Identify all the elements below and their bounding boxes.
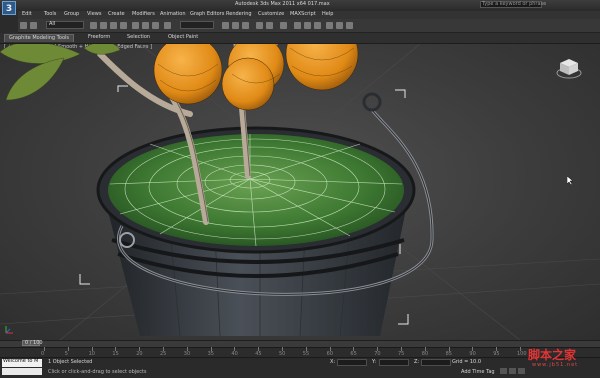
z-coord-label: Z: [414,359,420,365]
select-by-name-icon[interactable] [100,22,107,29]
menu-item-customize[interactable]: Customize [258,12,284,17]
angle-snap-icon[interactable] [232,22,239,29]
select-object-icon[interactable] [90,22,97,29]
menu-item-modifiers[interactable]: Modifiers [132,12,155,17]
scale-icon[interactable] [152,22,159,29]
viewcube-icon[interactable] [556,56,582,80]
mouse-cursor-icon [567,176,574,185]
named-selection-dropdown[interactable] [180,21,214,29]
grid-size: Grid = 10.0 [452,359,481,365]
add-time-tag-button[interactable]: Add Time Tag [461,370,495,375]
search-input[interactable]: Type a keyword or phrase [480,1,546,8]
tab-graphite-modeling-tools[interactable]: Graphite Modeling Tools [4,34,75,42]
orange-1 [153,44,223,105]
menu-item-group[interactable]: Group [64,12,79,17]
menu-item-views[interactable]: Views [87,12,101,17]
prompt-line: Click or click-and-drag to select object… [48,369,147,375]
tab-selection[interactable]: Selection [127,35,150,40]
leaves [0,44,121,101]
snap-icon[interactable] [222,22,229,29]
oranges [153,44,359,111]
tab-freeform[interactable]: Freeform [88,35,110,40]
rect-selection-icon[interactable] [110,22,117,29]
render-frame-icon[interactable] [336,22,343,29]
watermark-logo: 脚本之家 [528,348,577,362]
y-coord-field[interactable] [379,359,409,366]
soil-surface [108,134,404,246]
axis-tripod-icon [4,320,14,334]
schematic-view-icon[interactable] [304,22,311,29]
menu-item-create[interactable]: Create [108,12,125,17]
window-crossing-icon[interactable] [120,22,127,29]
timeline-tick [44,347,45,351]
selection-filter-dropdown[interactable]: All [46,21,84,29]
x-coord-field[interactable] [337,359,367,366]
curve-editor-icon[interactable] [294,22,301,29]
menu-item-tools[interactable]: Tools [44,12,56,17]
previous-frame-icon[interactable] [509,368,516,374]
play-icon[interactable] [518,368,525,374]
go-to-start-icon[interactable] [500,368,507,374]
z-coord-field[interactable] [421,359,451,366]
material-editor-icon[interactable] [314,22,321,29]
render-setup-icon[interactable] [326,22,333,29]
menu-item-edit[interactable]: Edit [22,12,32,17]
undo-toolbar-icon[interactable] [20,22,27,29]
watermark-url: www.jb51.net [532,362,579,368]
percent-snap-icon[interactable] [242,22,249,29]
align-icon[interactable] [266,22,273,29]
tab-object-paint[interactable]: Object Paint [168,35,198,40]
current-frame: 0 / 100 [25,340,43,346]
mirror-icon[interactable] [256,22,263,29]
orange-3 [221,57,275,111]
rotate-icon[interactable] [142,22,149,29]
move-icon[interactable] [132,22,139,29]
scene-render[interactable] [0,44,600,340]
handle-ring [362,92,382,112]
link-icon[interactable] [30,22,37,29]
x-coord-label: X: [330,359,336,365]
menu-item-maxscript[interactable]: MAXScript [290,12,316,17]
selection-status: 1 Object Selected [48,359,93,365]
y-coord-label: Y: [372,359,377,365]
maxscript-output-field[interactable] [2,368,42,375]
pivot-icon[interactable] [164,22,171,29]
menu-item-rendering[interactable]: Rendering [226,12,252,17]
orange-4 [285,44,359,91]
maxscript-listener-input[interactable]: Welcome to M [2,359,42,367]
menu-item-graph-editors[interactable]: Graph Editors [190,12,224,17]
menu-item-animation[interactable]: Animation [160,12,186,17]
window-title: Autodesk 3ds Max 2011 x64 017.max [235,1,330,7]
layer-manager-icon[interactable] [280,22,287,29]
render-production-icon[interactable] [346,22,353,29]
app-logo-button[interactable]: 3 [2,1,16,15]
menu-item-help[interactable]: Help [322,12,333,17]
